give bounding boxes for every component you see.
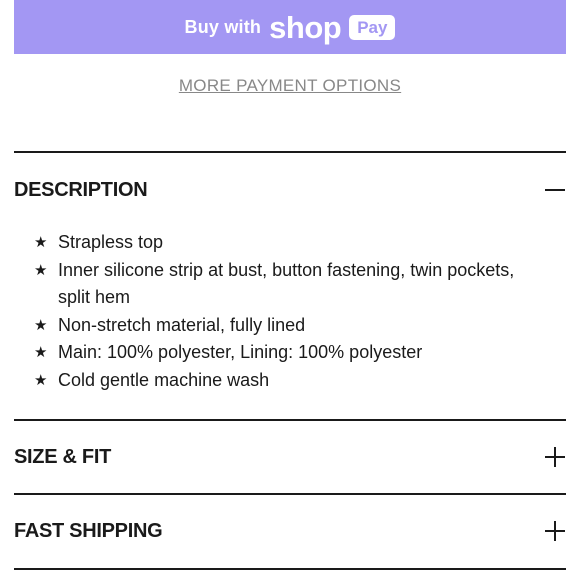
buy-with-shop-pay-button[interactable]: Buy with shop Pay [14,0,566,54]
divider [14,568,566,570]
bullet-text: Cold gentle machine wash [58,369,270,390]
divider [14,419,566,421]
shop-logo: shop [269,9,342,45]
plus-icon[interactable] [544,446,566,468]
divider [14,493,566,495]
star-icon: ★ [34,344,48,361]
pay-badge: Pay [349,14,396,40]
accordion-size-fit-title: SIZE & FIT [14,445,112,468]
accordion-fast-shipping-header[interactable]: FAST SHIPPING [14,511,566,551]
accordion-description-header[interactable]: DESCRIPTION [14,170,566,210]
star-icon: ★ [34,371,48,389]
divider [14,151,566,153]
accordion-size-fit-header[interactable]: SIZE & FIT [14,437,566,477]
star-icon: ★ [34,234,48,251]
list-item: ★ Strapless top [34,229,544,257]
accordion-description-title: DESCRIPTION [14,178,148,201]
plus-icon[interactable] [544,520,566,542]
bullet-text: Strapless top [58,232,164,252]
buy-with-label: Buy with [184,16,262,37]
accordion-fast-shipping-title: FAST SHIPPING [14,519,163,542]
list-item: ★ Cold gentle machine wash [34,367,544,395]
list-item: ★ Inner silicone strip at bust, button f… [34,257,544,312]
bullet-text: Main: 100% polyester, Lining: 100% polye… [58,342,423,362]
star-icon: ★ [34,261,48,279]
list-item: ★ Main: 100% polyester, Lining: 100% pol… [34,339,544,367]
more-payment-options-container: MORE PAYMENT OPTIONS [0,76,580,96]
star-icon: ★ [34,316,48,334]
list-item: ★ Non-stretch material, fully lined [34,312,544,340]
bullet-text: Inner silicone strip at bust, button fas… [58,259,515,308]
bullet-text: Non-stretch material, fully lined [58,314,306,335]
more-payment-options-link[interactable]: MORE PAYMENT OPTIONS [179,76,401,95]
description-bullet-list: ★ Strapless top ★ Inner silicone strip a… [34,229,544,394]
minus-icon[interactable] [544,179,566,201]
